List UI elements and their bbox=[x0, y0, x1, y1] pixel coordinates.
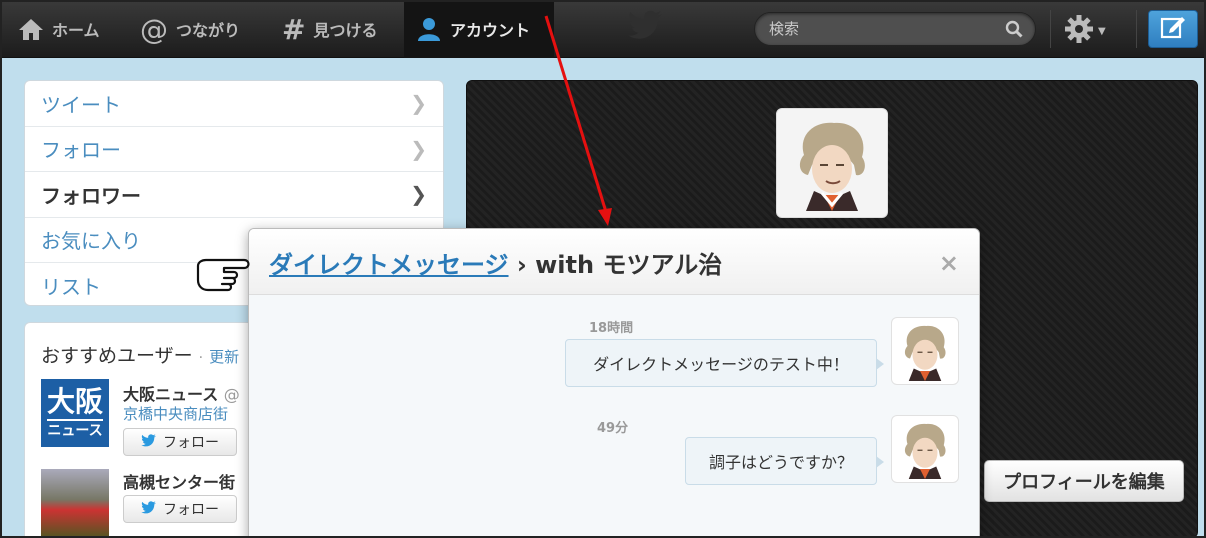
profile-avatar[interactable] bbox=[776, 108, 888, 218]
sidebar-item-label: リスト bbox=[41, 274, 101, 299]
nav-home[interactable]: ホーム bbox=[18, 0, 118, 58]
user-name[interactable]: 大阪ニュース bbox=[123, 385, 218, 404]
home-icon bbox=[18, 17, 44, 41]
conversation-partner: › with モツアル治 bbox=[508, 251, 723, 279]
top-navigation-bar: ホーム @ つながり # 見つける アカウント ▼ bbox=[0, 0, 1206, 58]
nav-connect-label: つながり bbox=[176, 21, 241, 40]
portrait-image bbox=[904, 325, 946, 381]
twitter-bird-icon bbox=[141, 433, 157, 451]
compose-icon bbox=[1160, 15, 1186, 43]
at-icon: @ bbox=[140, 12, 168, 46]
sidebar-item-tweets[interactable]: ツイート ❯ bbox=[25, 81, 443, 127]
settings-menu[interactable]: ▼ bbox=[1064, 14, 1106, 48]
message-timestamp: 49分 bbox=[597, 421, 629, 436]
sidebar-item-following[interactable]: フォロー ❯ bbox=[25, 127, 443, 172]
user-icon bbox=[416, 16, 442, 42]
follow-button[interactable]: フォロー bbox=[123, 428, 237, 456]
direct-message-dialog: ダイレクトメッセージ › with モツアル治 × 18時間 ダイレクトメッセー… bbox=[248, 228, 980, 538]
nav-discover-label: 見つける bbox=[313, 21, 378, 40]
close-icon[interactable]: × bbox=[939, 249, 959, 277]
nav-connect[interactable]: @ つながり bbox=[140, 0, 260, 58]
topbar-divider bbox=[1136, 10, 1137, 48]
search-box[interactable] bbox=[754, 12, 1036, 46]
user-handle: @ bbox=[223, 385, 240, 404]
portrait-image bbox=[904, 423, 946, 479]
sidebar-item-label: ツイート bbox=[41, 92, 121, 117]
nav-discover[interactable]: # 見つける bbox=[282, 0, 392, 58]
avatar-logo-text: ニュース bbox=[47, 419, 103, 439]
refresh-link[interactable]: 更新 bbox=[209, 348, 239, 366]
chevron-right-icon: ❯ bbox=[410, 91, 427, 116]
message-bubble[interactable]: 調子はどうですか？ bbox=[685, 437, 884, 485]
chevron-right-icon: ❯ bbox=[410, 136, 427, 161]
hashtag-icon: # bbox=[282, 12, 306, 46]
avatar[interactable]: 大阪 ニュース bbox=[41, 379, 109, 447]
suggested-user-name[interactable]: 大阪ニュース @ bbox=[123, 381, 240, 405]
search-icon[interactable] bbox=[1005, 20, 1023, 42]
gear-icon bbox=[1064, 14, 1094, 48]
who-to-follow-heading: おすすめユーザー · 更新 bbox=[41, 341, 239, 368]
separator: · bbox=[198, 350, 204, 366]
sidebar-item-label: お気に入り bbox=[41, 229, 141, 254]
topbar-divider bbox=[1050, 10, 1051, 48]
chevron-down-icon: ▼ bbox=[1098, 25, 1106, 37]
avatar[interactable] bbox=[891, 415, 959, 483]
twitter-bird-icon[interactable] bbox=[628, 10, 664, 44]
follow-label: フォロー bbox=[163, 502, 219, 518]
avatar[interactable] bbox=[891, 317, 959, 385]
suggested-user-name[interactable]: 高槻センター街 bbox=[123, 469, 235, 493]
sidebar-item-label: フォロー bbox=[41, 138, 121, 163]
follow-label: フォロー bbox=[163, 435, 219, 451]
nav-account[interactable]: アカウント bbox=[404, 0, 554, 58]
pointing-hand-icon bbox=[194, 252, 254, 302]
follow-button[interactable]: フォロー bbox=[123, 495, 237, 523]
who-to-follow-title: おすすめユーザー bbox=[41, 345, 193, 367]
suggested-user-bio[interactable]: 京橋中央商店街 bbox=[123, 403, 228, 424]
search-input[interactable] bbox=[769, 19, 989, 39]
message-bubble[interactable]: ダイレクトメッセージのテスト中！ bbox=[565, 339, 884, 387]
compose-tweet-button[interactable] bbox=[1148, 10, 1198, 48]
dialog-title: ダイレクトメッセージ › with モツアル治 bbox=[269, 245, 722, 280]
avatar-logo-text: 大阪 bbox=[46, 385, 103, 418]
portrait-image bbox=[799, 122, 865, 211]
direct-messages-link[interactable]: ダイレクトメッセージ bbox=[269, 251, 509, 279]
message-timestamp: 18時間 bbox=[589, 321, 634, 336]
edit-profile-button[interactable]: プロフィールを編集 bbox=[984, 460, 1184, 502]
twitter-bird-icon bbox=[141, 500, 157, 518]
nav-home-label: ホーム bbox=[52, 21, 100, 40]
chevron-right-icon: ❯ bbox=[410, 182, 427, 207]
nav-account-label: アカウント bbox=[450, 21, 531, 40]
sidebar-item-followers[interactable]: フォロワー ❯ bbox=[25, 172, 443, 218]
sidebar-item-label: フォロワー bbox=[41, 183, 141, 208]
dialog-header: ダイレクトメッセージ › with モツアル治 × bbox=[249, 229, 979, 295]
avatar[interactable] bbox=[41, 469, 109, 537]
